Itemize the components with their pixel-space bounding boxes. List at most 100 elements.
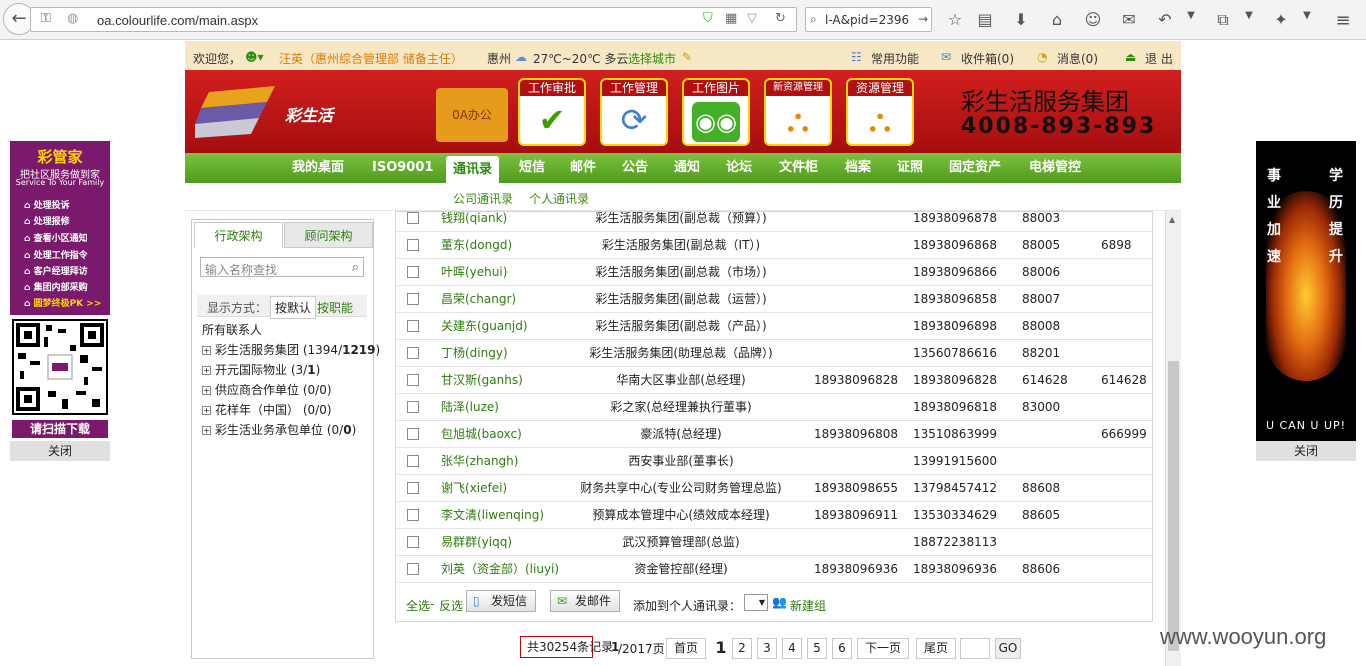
- contact-name[interactable]: 关建东(guanjd): [441, 313, 528, 339]
- row-checkbox[interactable]: [407, 401, 419, 413]
- contact-name[interactable]: 丁杨(dingy): [441, 340, 508, 366]
- row-checkbox[interactable]: [407, 482, 419, 494]
- nav-licenses[interactable]: 证照: [890, 153, 930, 183]
- tree-node[interactable]: + 彩生活服务集团 (1394/1219): [202, 341, 380, 358]
- page-1[interactable]: 1: [711, 638, 731, 659]
- invert-selection-link[interactable]: 反选: [439, 597, 463, 614]
- common-functions-link[interactable]: 常用功能: [871, 50, 919, 67]
- all-contacts[interactable]: 所有联系人: [202, 321, 262, 338]
- nav-notices[interactable]: 通知: [667, 153, 707, 183]
- row-checkbox[interactable]: [407, 374, 419, 386]
- contact-name[interactable]: 甘汉斯(ganhs): [441, 367, 523, 393]
- page-2[interactable]: 2: [732, 638, 752, 659]
- home-icon[interactable]: ⌂: [1046, 10, 1068, 29]
- nav-contacts[interactable]: 通讯录: [446, 156, 500, 183]
- row-checkbox[interactable]: [407, 428, 419, 440]
- contact-name[interactable]: 叶晖(yehui): [441, 259, 507, 285]
- nav-archives[interactable]: 档案: [838, 153, 878, 183]
- messages-link[interactable]: 消息(0): [1057, 50, 1098, 67]
- left-ad-banner[interactable]: 彩管家 把社区服务做到家 Service To Your Family 处理投诉…: [10, 141, 110, 315]
- right-ad-close-button[interactable]: 关闭: [1256, 441, 1356, 461]
- nav-announcements[interactable]: 公告: [615, 153, 655, 183]
- table-row[interactable]: 谢飞(xiefei) 财务共享中心(专业公司财务管理总监) 18938098655 1…: [396, 475, 1152, 502]
- menu-icon[interactable]: ≡: [1332, 10, 1354, 31]
- search-text[interactable]: l-A&pid=2396: [825, 13, 909, 27]
- reading-list-icon[interactable]: ▤: [974, 10, 996, 29]
- tree-node[interactable]: + 开元国际物业 (3/1): [202, 361, 320, 378]
- nav-file-cabinet[interactable]: 文件柜: [772, 153, 825, 183]
- send-mail-button[interactable]: ✉ 发邮件: [550, 590, 621, 612]
- dropdown-icon[interactable]: ▼: [1238, 10, 1260, 21]
- contact-name[interactable]: 包旭城(baoxc): [441, 421, 522, 447]
- company-logo[interactable]: [195, 86, 281, 138]
- expand-icon[interactable]: +: [202, 366, 211, 375]
- oa-office-icon[interactable]: 0A办公: [436, 88, 508, 142]
- contact-name[interactable]: 谢飞(xiefei): [441, 475, 507, 501]
- url-text[interactable]: oa.colourlife.com/main.aspx: [97, 13, 258, 28]
- tree-node[interactable]: + 供应商合作单位 (0/0): [202, 381, 332, 398]
- new-group-link[interactable]: 新建组: [790, 597, 826, 614]
- download-icon[interactable]: ⬇: [1010, 10, 1032, 29]
- go-button[interactable]: GO: [995, 638, 1021, 659]
- table-row[interactable]: 昌荣(changr) 彩生活服务集团(副总裁（运营）) 18938096858 880…: [396, 286, 1152, 313]
- table-row[interactable]: 包旭城(baoxc) 豪派特(总经理) 18938096808 13510863999…: [396, 421, 1152, 448]
- row-checkbox[interactable]: [407, 347, 419, 359]
- choose-city-link[interactable]: 选择城市: [628, 50, 676, 67]
- nav-elevator-control[interactable]: 电梯管控: [1022, 153, 1088, 183]
- left-ad-close-button[interactable]: 关闭: [10, 441, 110, 461]
- row-checkbox[interactable]: [407, 266, 419, 278]
- nav-forum[interactable]: 论坛: [719, 153, 759, 183]
- nav-sms[interactable]: 短信: [512, 153, 552, 183]
- table-row[interactable]: 叶晖(yehui) 彩生活服务集团(副总裁（市场）) 18938096866 8800…: [396, 259, 1152, 286]
- contact-name[interactable]: 李文清(liwenqing): [441, 502, 544, 528]
- work-pictures-tile[interactable]: 工作图片 ◉◉: [682, 78, 750, 146]
- last-page-button[interactable]: 尾页: [916, 638, 956, 659]
- table-row[interactable]: 易群群(yiqq) 武汉预算管理部(总监) 18872238113: [396, 529, 1152, 556]
- qr-icon[interactable]: ▦: [725, 11, 737, 26]
- page-number-input[interactable]: [960, 638, 990, 659]
- scrollbar[interactable]: ▲: [1165, 211, 1181, 666]
- select-all-link[interactable]: 全选: [406, 597, 430, 614]
- page-4[interactable]: 4: [782, 638, 802, 659]
- scroll-up-icon[interactable]: ▲: [1169, 215, 1175, 224]
- new-resource-management-tile[interactable]: 新资源管理 ⛬: [764, 78, 832, 146]
- send-sms-button[interactable]: ▯ 发短信: [466, 590, 537, 612]
- group-select[interactable]: ▼: [744, 594, 768, 611]
- contact-name[interactable]: 刘英（资金部）(liuyi): [441, 556, 559, 582]
- table-row[interactable]: 钱翔(qiank) 彩生活服务集团(副总裁（预算）) 18938096878 8800…: [396, 212, 1152, 232]
- table-row[interactable]: 张华(zhangh) 西安事业部(董事长) 13991915600: [396, 448, 1152, 475]
- tab-admin-structure[interactable]: 行政架构: [194, 222, 283, 248]
- table-row[interactable]: 刘英（资金部）(liuyi) 资金管控部(经理) 18938096936 189380…: [396, 556, 1152, 583]
- expand-icon[interactable]: +: [202, 406, 211, 415]
- tree-node[interactable]: + 花样年（中国） (0/0): [202, 401, 332, 418]
- right-ad-banner[interactable]: 事 业 加 速 学 历 提 升 U CAN U UP!: [1256, 141, 1356, 441]
- expand-icon[interactable]: +: [202, 346, 211, 355]
- table-row[interactable]: 丁杨(dingy) 彩生活服务集团(助理总裁（品牌）) 13560786616 882…: [396, 340, 1152, 367]
- expand-icon[interactable]: +: [202, 386, 211, 395]
- logout-link[interactable]: 退 出: [1145, 50, 1173, 67]
- page-5[interactable]: 5: [807, 638, 827, 659]
- first-page-button[interactable]: 首页: [666, 638, 706, 659]
- chat-icon[interactable]: ☺: [1082, 10, 1104, 29]
- contact-name[interactable]: 钱翔(qiank): [441, 212, 507, 231]
- message-icon[interactable]: ✉: [1118, 10, 1140, 29]
- name-search-input[interactable]: 输入名称查找 ⌕: [200, 257, 364, 277]
- pencil-icon[interactable]: ✎: [682, 50, 692, 64]
- nav-mail[interactable]: 邮件: [563, 153, 603, 183]
- row-checkbox[interactable]: [407, 536, 419, 548]
- expand-icon[interactable]: +: [202, 426, 211, 435]
- table-row[interactable]: 董东(dongd) 彩生活服务集团(副总裁（IT）) 18938096868 8800…: [396, 232, 1152, 259]
- row-checkbox[interactable]: [407, 563, 419, 575]
- dropdown-icon[interactable]: ▽: [747, 11, 757, 26]
- contact-name[interactable]: 张华(zhangh): [441, 448, 518, 474]
- resource-management-tile[interactable]: 资源管理 ⛬: [846, 78, 914, 146]
- table-row[interactable]: 陆泽(luze) 彩之家(总经理兼执行董事) 18938096818 83000: [396, 394, 1152, 421]
- crop-icon[interactable]: ⧉: [1212, 10, 1234, 30]
- dropdown-icon[interactable]: ▼: [1180, 10, 1202, 21]
- row-checkbox[interactable]: [407, 455, 419, 467]
- tab-consultant-structure[interactable]: 顾问架构: [284, 222, 373, 248]
- page-6[interactable]: 6: [832, 638, 852, 659]
- mode-default-tab[interactable]: 按默认: [270, 296, 317, 319]
- row-checkbox[interactable]: [407, 212, 419, 224]
- undo-icon[interactable]: ↶: [1154, 10, 1176, 29]
